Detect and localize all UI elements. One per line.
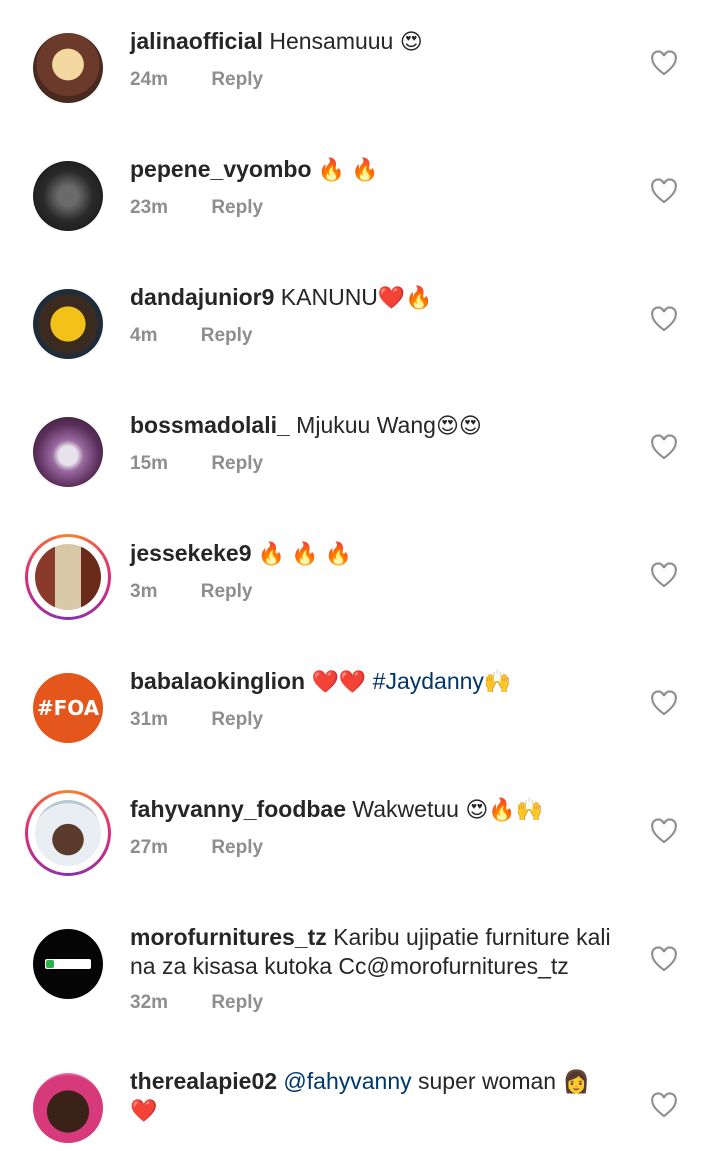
mention-link[interactable]: @fahyvanny xyxy=(283,1068,411,1094)
hashtag-link[interactable]: #Jaydanny xyxy=(373,668,484,694)
comment-text-line2: na za kisasa kutoka Cc@morofurnitures_tz xyxy=(130,953,569,979)
comment-time: 4m xyxy=(130,325,158,346)
like-heart-icon[interactable] xyxy=(650,946,678,972)
comment-time: 24m xyxy=(130,69,169,90)
comment-time: 32m xyxy=(130,992,169,1013)
comment-emoji: 🙌 xyxy=(483,669,512,694)
avatar[interactable] xyxy=(25,534,111,620)
avatar[interactable] xyxy=(25,790,111,876)
comment-emoji: 🔥 🔥 🔥 xyxy=(257,541,353,566)
comment-emoji: 👩 xyxy=(562,1069,590,1094)
reply-button[interactable]: Reply xyxy=(211,69,263,90)
avatar[interactable] xyxy=(25,1065,111,1151)
comment-emoji: 😍 xyxy=(399,29,423,54)
avatar[interactable] xyxy=(25,25,111,111)
like-heart-icon[interactable] xyxy=(650,562,678,588)
comment-time: 23m xyxy=(130,197,169,218)
comment-emoji: ❤️🔥 xyxy=(377,285,433,310)
avatar-logo-text: #FOA xyxy=(36,696,100,720)
comment-username[interactable]: morofurnitures_tz xyxy=(130,924,327,950)
comment-username[interactable]: bossmadolali_ xyxy=(130,412,290,438)
like-heart-icon[interactable] xyxy=(650,818,678,844)
comment-username[interactable]: babalaokinglion xyxy=(130,668,305,694)
comment-text: Wakwetuu xyxy=(352,796,459,822)
comment-username[interactable]: jessekeke9 xyxy=(130,540,252,566)
like-heart-icon[interactable] xyxy=(650,50,678,76)
comment-time: 15m xyxy=(130,453,169,474)
comment-username[interactable]: therealapie02 xyxy=(130,1068,277,1094)
like-heart-icon[interactable] xyxy=(650,178,678,204)
comment-time: 3m xyxy=(130,581,158,602)
reply-button[interactable]: Reply xyxy=(211,992,263,1013)
avatar[interactable]: #FOA xyxy=(25,665,111,751)
like-heart-icon[interactable] xyxy=(650,306,678,332)
avatar[interactable] xyxy=(25,153,111,239)
like-heart-icon[interactable] xyxy=(650,1092,678,1118)
comment-text: Karibu ujipatie furniture kali xyxy=(333,924,611,950)
comment-emoji-line2: ❤️ xyxy=(130,1098,158,1123)
avatar[interactable] xyxy=(25,409,111,495)
comment-emoji: 😍😍 xyxy=(435,413,482,438)
comment-username[interactable]: pepene_vyombo xyxy=(130,156,312,182)
comment-username[interactable]: fahyvanny_foodbae xyxy=(130,796,346,822)
comment-username[interactable]: jalinaofficial xyxy=(130,28,263,54)
comment-text: Hensamuuu xyxy=(269,28,394,54)
comment-text: super woman xyxy=(418,1068,557,1094)
reply-button[interactable]: Reply xyxy=(211,837,263,858)
reply-button[interactable]: Reply xyxy=(211,453,263,474)
avatar[interactable] xyxy=(25,281,111,367)
reply-button[interactable]: Reply xyxy=(211,197,263,218)
reply-button[interactable]: Reply xyxy=(201,581,253,602)
like-heart-icon[interactable] xyxy=(650,690,678,716)
reply-button[interactable]: Reply xyxy=(201,325,253,346)
comment-text: ❤️❤️ xyxy=(311,669,367,694)
like-heart-icon[interactable] xyxy=(650,434,678,460)
comment-emoji: 🔥 🔥 xyxy=(317,157,379,182)
reply-button[interactable]: Reply xyxy=(211,709,263,730)
comment-time: 27m xyxy=(130,837,169,858)
comment-username[interactable]: dandajunior9 xyxy=(130,284,274,310)
avatar[interactable] xyxy=(25,921,111,1007)
comment-text: Mjukuu Wang xyxy=(296,412,436,438)
comment-time: 31m xyxy=(130,709,169,730)
comment-emoji: 😍🔥🙌 xyxy=(465,797,544,822)
comment-text: KANUNU xyxy=(280,284,378,310)
